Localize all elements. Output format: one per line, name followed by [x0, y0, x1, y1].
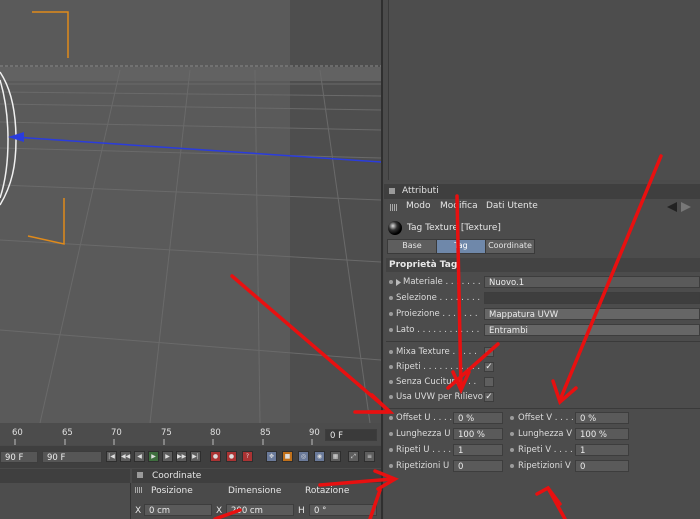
annotation-arrow: [318, 477, 395, 487]
annotation-arrow: [368, 488, 382, 519]
annotation-arrow: [558, 154, 663, 402]
annotation-arrow: [455, 194, 463, 390]
annotation-arrow: [230, 274, 390, 412]
annotation-arrow: [213, 508, 242, 519]
annotation-arrows: [213, 154, 663, 519]
annotation-arrow: [446, 342, 500, 390]
annotation-arrow: [546, 486, 567, 519]
